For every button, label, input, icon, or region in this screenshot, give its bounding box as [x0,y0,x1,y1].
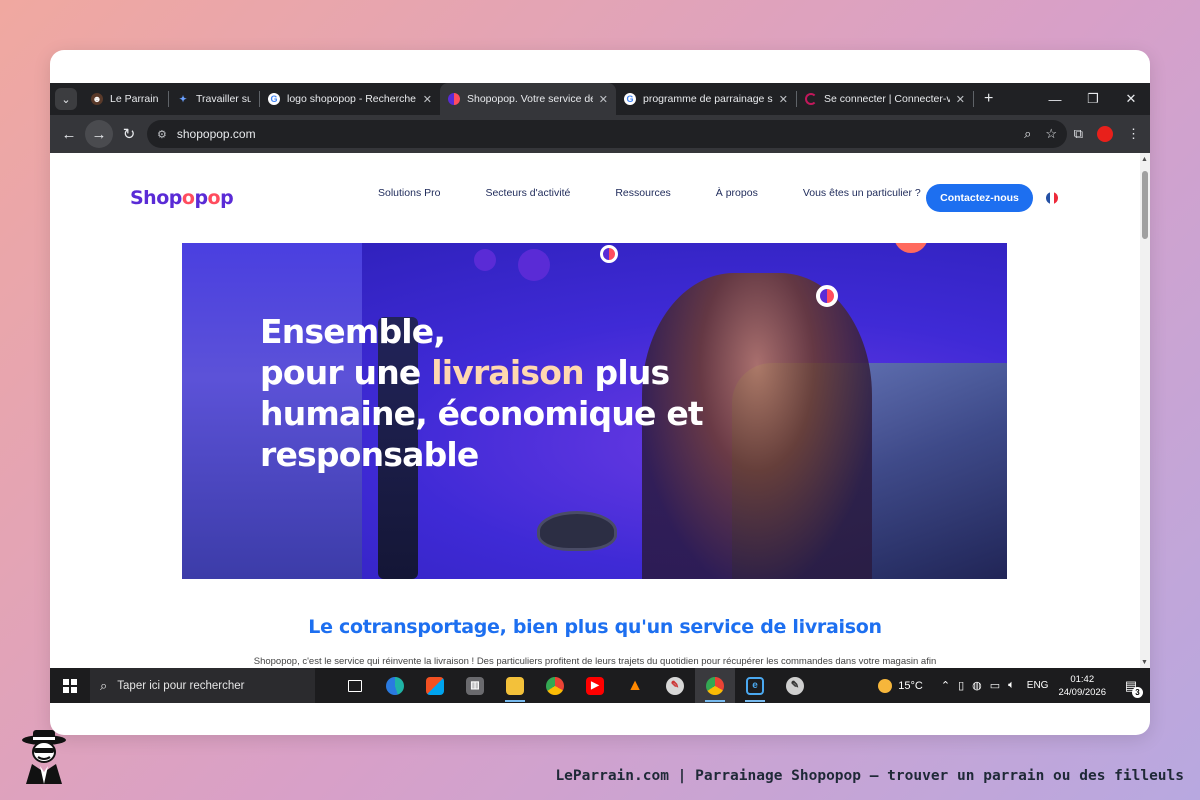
chrome-icon[interactable] [535,668,575,703]
window-controls: — ❐ ✕ [1036,83,1150,115]
notification-icon[interactable]: ▤ 3 [1118,673,1144,699]
app-window-icon[interactable]: e [735,668,775,703]
purple-dot-icon [518,249,550,281]
nav-particulier[interactable]: Vous êtes un particulier ? [803,187,921,199]
page-scrollbar[interactable]: ▲ ▼ [1140,153,1150,668]
paint-palette-icon[interactable]: ✎ [775,668,815,703]
hero-banner: Ensemble, pour une livraison plus humain… [182,243,1007,579]
forward-icon[interactable]: → [85,120,113,148]
nav-solutions-pro[interactable]: Solutions Pro [378,187,440,199]
google-icon: G [268,93,280,105]
battery-icon[interactable]: ▭ [990,679,1000,692]
gemini-icon: ✦ [179,93,187,104]
ring-dot-icon [600,245,618,263]
scroll-down-icon[interactable]: ▼ [1141,659,1148,666]
tab-shopopop[interactable]: Shopopop. Votre service de l ✕ [440,83,616,115]
menu-kebab-icon[interactable]: ⋮ [1127,126,1140,142]
paint-icon[interactable]: ✎ [655,668,695,703]
language-indicator[interactable]: ENG [1027,680,1049,691]
clock[interactable]: 01:42 24/09/2026 [1058,673,1106,699]
google-icon: G [624,93,636,105]
nav-secteurs[interactable]: Secteurs d'activité [485,187,570,199]
windows-taskbar: ⌕ Taper ici pour rechercher ▥ ▶ ▲ ✎ e ✎ … [50,668,1150,703]
system-tray: 15°C ⌃ ▯ ◍ ▭ 🔈︎ ENG 01:42 24/09/2026 ▤ 3 [878,668,1150,703]
vlc-icon[interactable]: ▲ [615,668,655,703]
tab-logo-shopopop[interactable]: G logo shopopop - Recherche ✕ [260,83,440,115]
coral-shape-icon [894,243,928,253]
search-icon: ⌕ [100,677,108,693]
taskbar-search-input[interactable]: ⌕ Taper ici pour rechercher [90,668,315,703]
zoom-icon[interactable]: ⌕ [1024,126,1031,142]
weather-widget[interactable]: 15°C [878,678,923,693]
network-globe-icon[interactable]: ◍ [972,679,982,692]
nav-ressources[interactable]: Ressources [615,187,670,199]
tab-bar: ⌄ ☻ Le Parrain - l ✦ Travailler sur G lo… [50,83,1150,115]
close-tab-icon[interactable]: ✕ [423,93,432,106]
hero-title: Ensemble, pour une livraison plus humain… [260,312,704,474]
browser-window: ⌄ ☻ Le Parrain - l ✦ Travailler sur G lo… [50,83,1150,703]
reload-icon[interactable]: ↻ [115,120,143,148]
url-text: shopopop.com [176,127,256,141]
close-window-icon[interactable]: ✕ [1112,83,1150,115]
tab-travailler[interactable]: ✦ Travailler sur [169,83,259,115]
file-explorer-icon[interactable] [495,668,535,703]
nav-a-propos[interactable]: À propos [716,187,758,199]
edge-icon[interactable] [375,668,415,703]
store-icon[interactable] [415,668,455,703]
close-tab-icon[interactable]: ✕ [599,93,608,106]
device-icon[interactable]: ▯ [958,679,964,692]
bookmark-star-icon[interactable]: ☆ [1045,126,1057,142]
toolbar-right: ⧉ ⋮ [1074,115,1140,153]
hero-mirror [537,511,617,551]
section-title: Le cotransportage, bien plus qu'un servi… [308,616,882,638]
new-tab-button[interactable]: + [984,90,993,108]
volume-icon[interactable]: 🔈︎ [1008,679,1015,692]
scroll-thumb[interactable] [1142,171,1148,239]
tab-separator [973,91,974,107]
settings-app-icon[interactable]: ▥ [455,668,495,703]
browser-toolbar: ← → ↻ ⚙ shopopop.com ⌕ ☆ ⧉ ⋮ [50,115,1150,153]
connect-icon [805,93,817,105]
windows-start-icon[interactable] [50,668,90,703]
restore-icon[interactable]: ❐ [1074,83,1112,115]
tab-leparrain[interactable]: ☻ Le Parrain - l [83,83,168,115]
tab-search-button[interactable]: ⌄ [55,88,77,110]
task-view-icon[interactable] [335,668,375,703]
minimize-icon[interactable]: — [1036,83,1074,115]
footer-caption: LeParrain.com | Parrainage Shopopop — tr… [555,768,1184,784]
site-info-icon[interactable]: ⚙ [157,128,167,141]
tab-se-connecter[interactable]: Se connecter | Connecter-vo ✕ [797,83,973,115]
close-tab-icon[interactable]: ✕ [779,93,788,106]
french-flag-icon[interactable] [1046,192,1058,204]
chevron-up-icon[interactable]: ⌃ [941,679,950,692]
taskbar-apps: ▥ ▶ ▲ ✎ e ✎ [335,668,815,703]
notification-count: 3 [1132,686,1143,698]
tab-programme-parrainage[interactable]: G programme de parrainage sh ✕ [616,83,796,115]
web-page: Shopopop Solutions Pro Secteurs d'activi… [50,153,1150,668]
main-nav: Solutions Pro Secteurs d'activité Ressou… [378,187,939,199]
leparrain-mascot-logo [22,730,66,784]
contact-button[interactable]: Contactez-nous [926,184,1033,212]
close-tab-icon[interactable]: ✕ [956,93,965,106]
scroll-up-icon[interactable]: ▲ [1141,156,1148,163]
extensions-icon[interactable]: ⧉ [1074,126,1083,142]
purple-dot-icon [474,249,496,271]
screenshot-card: ⌄ ☻ Le Parrain - l ✦ Travailler sur G lo… [50,50,1150,735]
back-icon[interactable]: ← [55,120,83,148]
section-body: Shopopop, c'est le service qui réinvente… [253,656,937,667]
chrome-active-icon[interactable] [695,668,735,703]
shopopop-logo[interactable]: Shopopop [130,187,234,209]
weather-sun-icon [878,678,893,693]
address-bar[interactable]: ⚙ shopopop.com ⌕ ☆ [147,120,1067,148]
shopopop-icon [448,93,460,105]
ring-dot-icon [816,285,838,307]
youtube-icon[interactable]: ▶ [575,668,615,703]
profile-avatar-icon[interactable] [1097,126,1113,142]
address-bar-actions: ⌕ ☆ [1024,120,1057,148]
leparrain-icon: ☻ [91,93,103,105]
